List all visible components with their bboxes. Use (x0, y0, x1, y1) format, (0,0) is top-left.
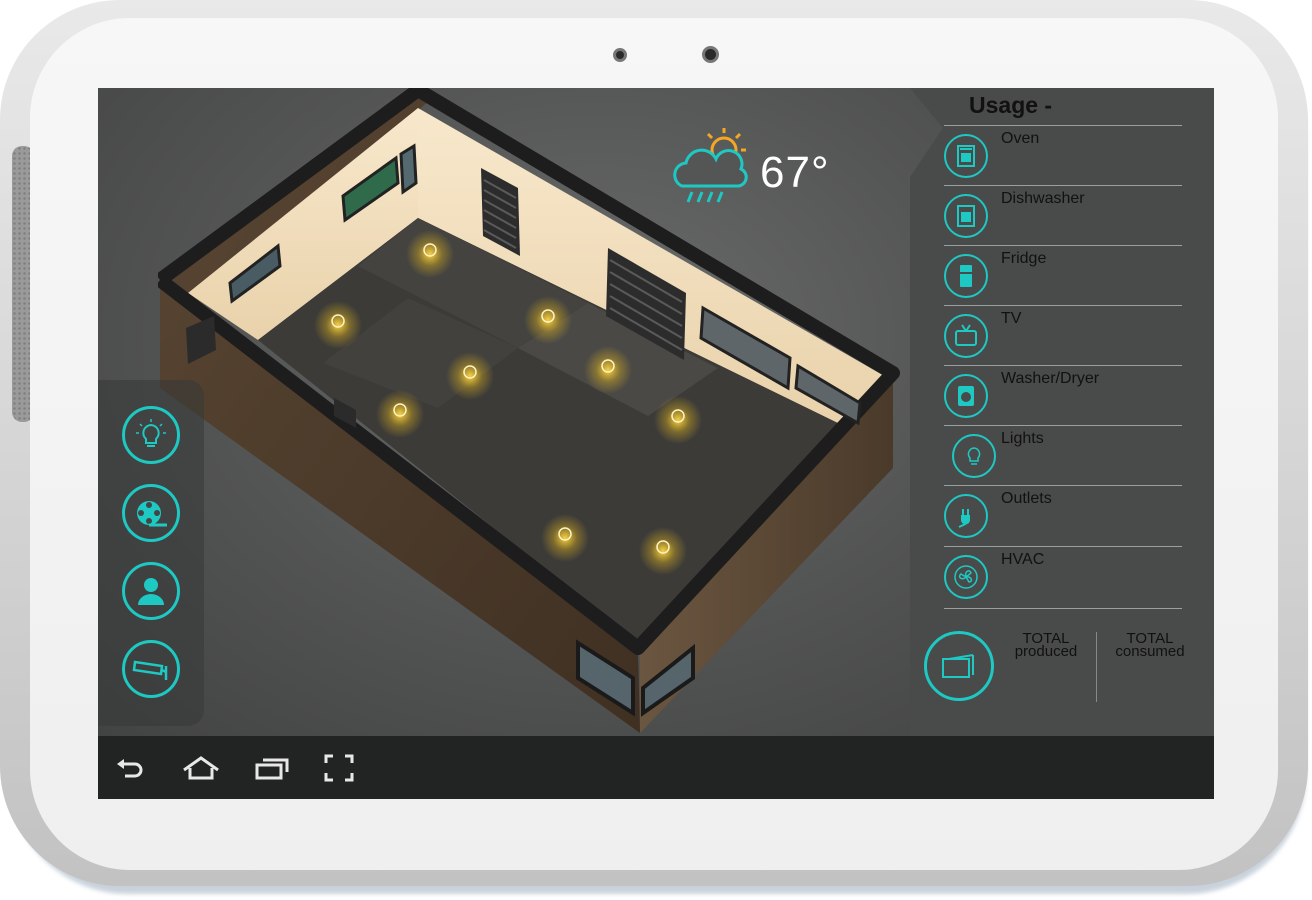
lights-mode-button[interactable] (122, 406, 180, 464)
usage-label-washer-dryer: Washer/Dryer (1001, 370, 1100, 387)
film-reel-icon (137, 501, 167, 527)
divider (944, 425, 1182, 426)
temperature-readout: 67° (760, 148, 830, 197)
usage-item-dishwasher[interactable]: Dishwasher (944, 185, 1182, 246)
usage-item-lights[interactable]: Lights (944, 425, 1182, 486)
usage-item-outlets[interactable]: Outlets (944, 485, 1182, 546)
usage-label-dishwasher: Dishwasher (1001, 190, 1085, 207)
plug-icon (944, 494, 988, 538)
user-mode-button[interactable] (122, 562, 180, 620)
fan-icon (944, 555, 988, 599)
total-produced-line2: produced (1014, 643, 1078, 660)
home-icon (183, 756, 219, 780)
weather-widget[interactable]: 67° (668, 124, 848, 214)
back-button[interactable] (113, 754, 147, 782)
usage-label-lights: Lights (1001, 430, 1044, 447)
user-icon (138, 578, 164, 605)
lightbulb-icon (952, 434, 996, 478)
total-consumed-line2: consumed (1115, 643, 1185, 660)
usage-item-oven[interactable]: Oven (944, 125, 1182, 186)
usage-label-fridge: Fridge (1001, 250, 1047, 267)
app-screen: 67° Usage - Oven Dishwasher Fridge TV Wa… (98, 88, 1214, 799)
divider (944, 365, 1182, 366)
media-mode-button[interactable] (122, 484, 180, 542)
washer-icon (944, 374, 988, 418)
usage-label-outlets: Outlets (1001, 490, 1052, 507)
fridge-icon (944, 254, 988, 298)
usage-label-oven: Oven (1001, 130, 1040, 147)
front-camera-sensor (613, 48, 627, 62)
back-arrow-icon (117, 759, 143, 778)
recent-apps-button[interactable] (254, 754, 289, 782)
total-produced: TOTAL produced (1001, 631, 1091, 660)
usage-item-tv[interactable]: TV (944, 305, 1182, 366)
divider (944, 185, 1182, 186)
home-button[interactable] (182, 754, 219, 782)
divider (944, 546, 1182, 547)
divider (944, 125, 1182, 126)
dishwasher-icon (944, 194, 988, 238)
oven-icon (944, 134, 988, 178)
divider (944, 485, 1182, 486)
mode-dock (98, 380, 204, 726)
totals-button[interactable] (924, 631, 994, 701)
security-camera-icon (132, 660, 168, 680)
usage-item-washer-dryer[interactable]: Washer/Dryer (944, 365, 1182, 426)
divider (1096, 632, 1097, 702)
lightbulb-icon (136, 419, 166, 447)
usage-title: Usage - (969, 92, 1053, 118)
usage-label-hvac: HVAC (1001, 551, 1045, 568)
total-consumed: TOTAL consumed (1104, 631, 1196, 660)
fullscreen-icon (324, 754, 354, 782)
fullscreen-button[interactable] (324, 754, 358, 782)
security-mode-button[interactable] (122, 640, 180, 698)
tv-icon (944, 314, 988, 358)
usage-item-hvac[interactable]: HVAC (944, 546, 1182, 607)
system-navbar (98, 736, 1214, 799)
divider (944, 608, 1182, 609)
front-camera-lens (702, 46, 719, 63)
recent-apps-icon (255, 758, 289, 780)
usage-label-tv: TV (1001, 310, 1022, 327)
divider (944, 305, 1182, 306)
divider (944, 245, 1182, 246)
usage-item-fridge[interactable]: Fridge (944, 245, 1182, 306)
partly-cloudy-rain-icon (673, 128, 748, 203)
meter-icon (942, 654, 974, 678)
